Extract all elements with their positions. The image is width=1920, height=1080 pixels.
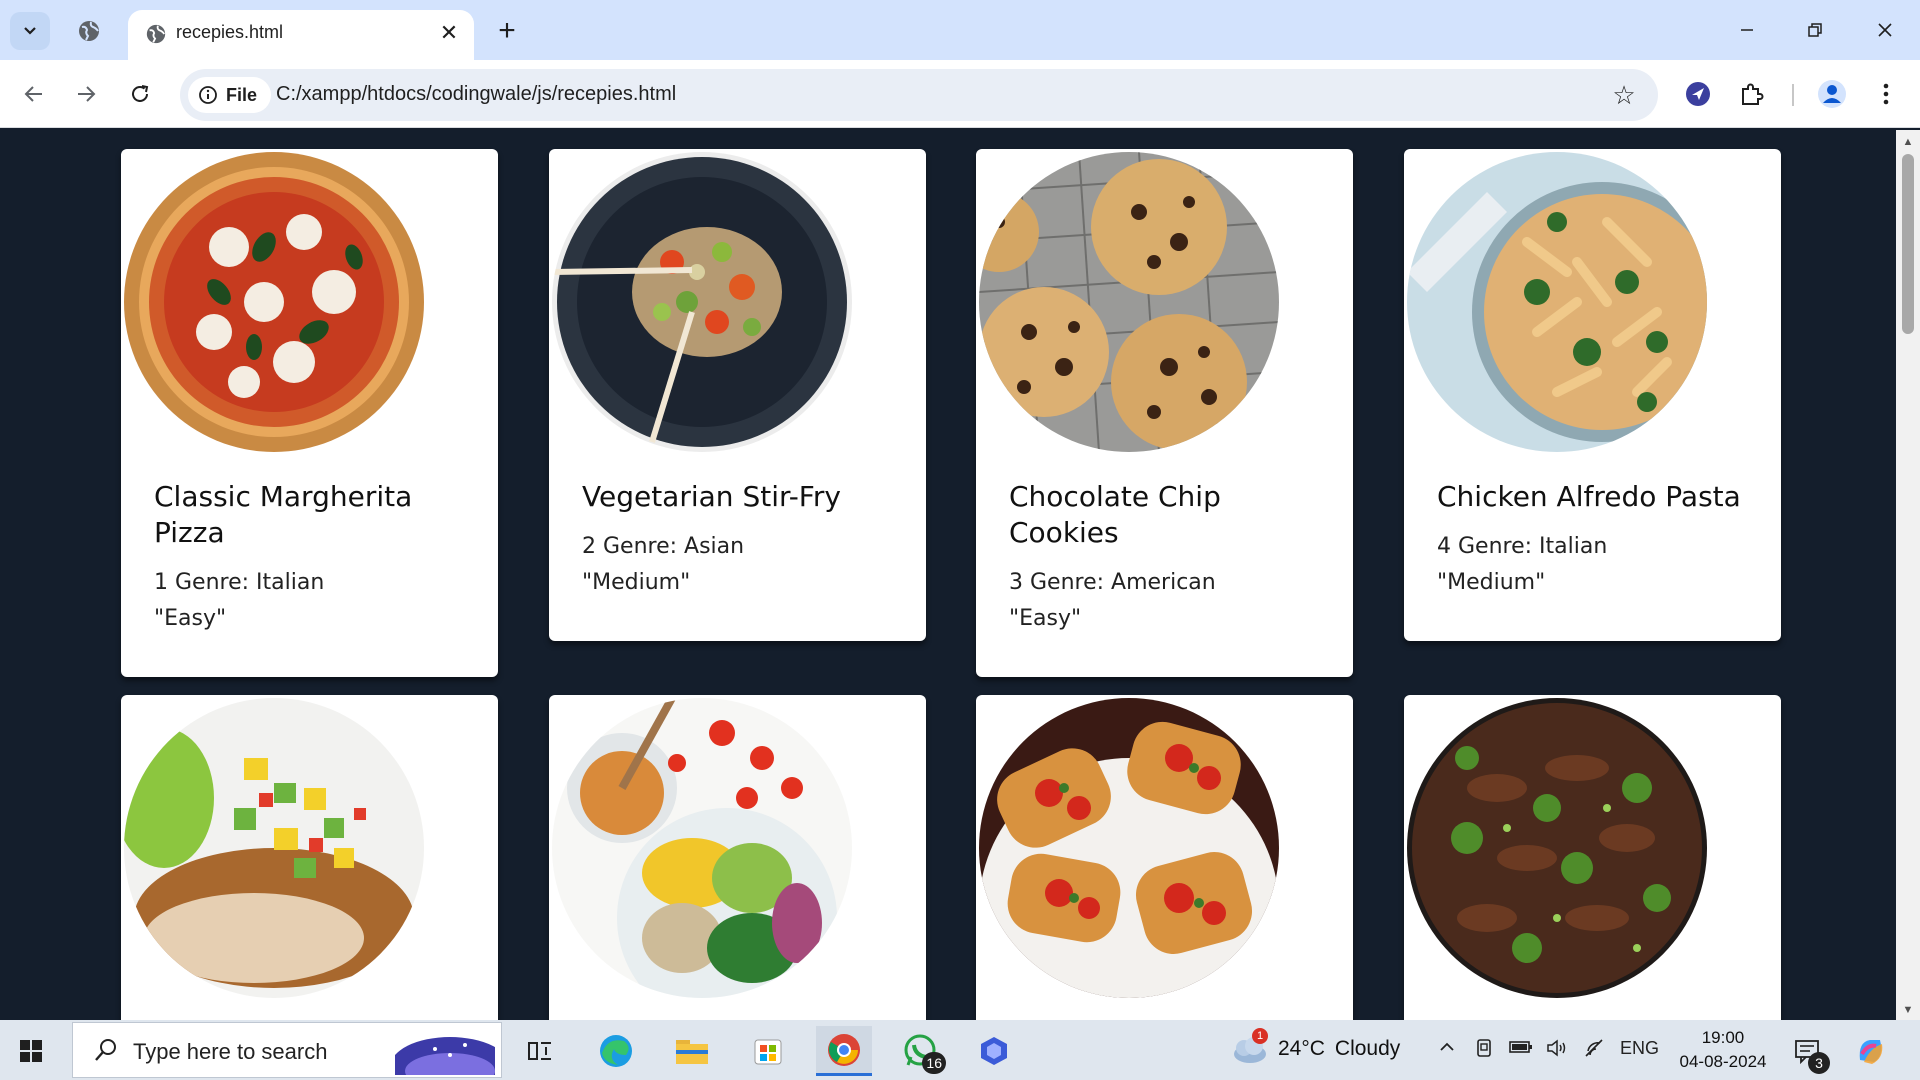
- recipe-info: Classic Margherita Pizza 1 Genre: Italia…: [154, 479, 478, 637]
- url-text[interactable]: C:/xampp/htdocs/codingwale/js/recepies.h…: [276, 83, 676, 106]
- inactive-tab-globe-icon[interactable]: [74, 16, 104, 46]
- wifi-icon[interactable]: [1582, 1038, 1606, 1063]
- battery-icon[interactable]: [1508, 1038, 1534, 1061]
- recipe-difficulty: "Medium": [582, 570, 691, 595]
- recipe-card[interactable]: [976, 695, 1353, 1020]
- whatsapp-badge: 16: [922, 1052, 946, 1074]
- recipe-card[interactable]: Vegetarian Stir-Fry 2 Genre: Asian "Medi…: [549, 149, 926, 641]
- tab-title: recepies.html: [176, 22, 284, 42]
- cloud-icon: 1: [1228, 1028, 1268, 1064]
- scroll-down-arrow-icon[interactable]: ▼: [1896, 1000, 1920, 1020]
- recipe-title: Chicken Alfredo Pasta: [1437, 480, 1741, 513]
- new-tab-button[interactable]: +: [490, 14, 524, 48]
- recipe-card[interactable]: [1404, 695, 1781, 1020]
- back-arrow-icon: [24, 86, 42, 102]
- minimize-button[interactable]: [1722, 10, 1772, 50]
- recipe-card[interactable]: [549, 695, 926, 1020]
- notifications-badge: 3: [1808, 1052, 1830, 1074]
- forward-arrow-icon: [78, 86, 96, 102]
- recipe-image-bruschetta: [979, 698, 1279, 998]
- notifications-icon[interactable]: 3: [1782, 1026, 1832, 1076]
- recipe-card[interactable]: [121, 695, 498, 1020]
- recipe-genre: 4 Genre: Italian: [1437, 534, 1608, 559]
- tab-strip: recepies.html ✕ +: [0, 0, 1920, 60]
- recipe-info: Vegetarian Stir-Fry 2 Genre: Asian "Medi…: [582, 479, 906, 601]
- show-hidden-icons-chevron-icon[interactable]: [1438, 1038, 1456, 1061]
- reload-button[interactable]: [120, 74, 160, 114]
- weather-temperature: 24°C: [1278, 1037, 1325, 1060]
- file-explorer-icon[interactable]: [664, 1026, 720, 1076]
- taskbar-search-box[interactable]: Type here to search: [72, 1022, 502, 1078]
- search-icon: [95, 1039, 116, 1061]
- task-view-icon[interactable]: [512, 1026, 568, 1076]
- site-info-chip[interactable]: File: [188, 77, 272, 113]
- profile-avatar-icon[interactable]: [1812, 74, 1852, 114]
- volume-icon[interactable]: [1546, 1038, 1568, 1063]
- recipe-genre: 1 Genre: Italian: [154, 570, 325, 595]
- recipe-card[interactable]: Classic Margherita Pizza 1 Genre: Italia…: [121, 149, 498, 677]
- recipe-genre: 3 Genre: American: [1009, 570, 1216, 595]
- bookmark-star-icon[interactable]: ☆: [1608, 79, 1640, 111]
- reload-icon: [132, 85, 149, 102]
- recipe-genre: 2 Genre: Asian: [582, 534, 745, 559]
- back-button[interactable]: [14, 74, 54, 114]
- windows-start-icon[interactable]: [14, 1034, 48, 1068]
- page-scrollbar[interactable]: ▲ ▼: [1896, 130, 1920, 1020]
- recipe-difficulty: "Medium": [1437, 570, 1546, 595]
- recipe-difficulty: "Easy": [1009, 606, 1082, 631]
- recipe-card[interactable]: Chicken Alfredo Pasta 4 Genre: Italian "…: [1404, 149, 1781, 641]
- extension-icon[interactable]: [1678, 74, 1718, 114]
- recipe-difficulty: "Easy": [154, 606, 227, 631]
- scroll-thumb[interactable]: [1902, 154, 1914, 334]
- extensions-puzzle-icon[interactable]: [1732, 74, 1772, 114]
- whatsapp-icon[interactable]: 16: [892, 1026, 948, 1076]
- recipe-image-pizza: [124, 152, 424, 452]
- recipe-title: Chocolate Chip Cookies: [1009, 480, 1221, 549]
- copilot-icon[interactable]: [1846, 1026, 1896, 1076]
- recipes-page: Classic Margherita Pizza 1 Genre: Italia…: [0, 130, 1896, 1020]
- recipe-image-chicken-salsa: [124, 698, 424, 998]
- search-highlight-icon: [395, 1037, 495, 1075]
- recipe-info: Chicken Alfredo Pasta 4 Genre: Italian "…: [1437, 479, 1761, 601]
- weather-alert-badge: 1: [1252, 1028, 1268, 1044]
- clock-date: 04-08-2024: [1679, 1052, 1767, 1071]
- weather-widget[interactable]: 1 24°C Cloudy: [1228, 1028, 1401, 1064]
- scroll-up-arrow-icon[interactable]: ▲: [1896, 132, 1920, 152]
- restore-button[interactable]: [1790, 10, 1840, 50]
- chrome-icon[interactable]: [816, 1026, 872, 1076]
- close-tab-icon[interactable]: ✕: [434, 18, 464, 48]
- edge-icon[interactable]: [588, 1026, 644, 1076]
- close-window-button[interactable]: [1860, 10, 1910, 50]
- input-language[interactable]: ENG: [1620, 1038, 1659, 1059]
- microsoft-store-icon[interactable]: [740, 1026, 796, 1076]
- search-placeholder: Type here to search: [133, 1039, 328, 1064]
- recipe-card[interactable]: Chocolate Chip Cookies 3 Genre: American…: [976, 149, 1353, 677]
- forward-button[interactable]: [66, 74, 106, 114]
- weather-condition: Cloudy: [1334, 1037, 1401, 1060]
- recipe-image-stir-fry: [552, 152, 852, 452]
- tab-search-button[interactable]: [10, 12, 50, 50]
- more-options-icon[interactable]: [1866, 74, 1906, 114]
- recipe-image-beef-broccoli: [1407, 698, 1707, 998]
- recipe-title: Classic Margherita Pizza: [154, 480, 413, 549]
- address-bar[interactable]: File C:/xampp/htdocs/codingwale/js/recep…: [180, 69, 1658, 121]
- onscreen-keyboard-icon[interactable]: [1474, 1038, 1494, 1063]
- browser-toolbar: File C:/xampp/htdocs/codingwale/js/recep…: [0, 60, 1920, 128]
- recipe-image-pasta: [1407, 152, 1707, 452]
- active-tab[interactable]: recepies.html ✕: [128, 10, 474, 60]
- recipe-title: Vegetarian Stir-Fry: [582, 480, 841, 513]
- toolbar-divider: [1792, 84, 1794, 106]
- globe-icon: [142, 20, 170, 48]
- taskbar-clock[interactable]: 19:00 04-08-2024: [1678, 1026, 1768, 1074]
- recipe-image-cookies: [979, 152, 1279, 452]
- clock-time: 19:00: [1701, 1028, 1745, 1047]
- copilot-app-icon[interactable]: [966, 1026, 1022, 1076]
- recipe-image-buddha-bowl: [552, 698, 852, 998]
- chevron-down-icon: [24, 27, 36, 35]
- windows-taskbar: Type here to search 16 1 24°C Cloudy ENG…: [0, 1020, 1920, 1080]
- info-icon: [199, 86, 217, 104]
- chip-label: File: [226, 84, 258, 105]
- recipe-info: Chocolate Chip Cookies 3 Genre: American…: [1009, 479, 1333, 637]
